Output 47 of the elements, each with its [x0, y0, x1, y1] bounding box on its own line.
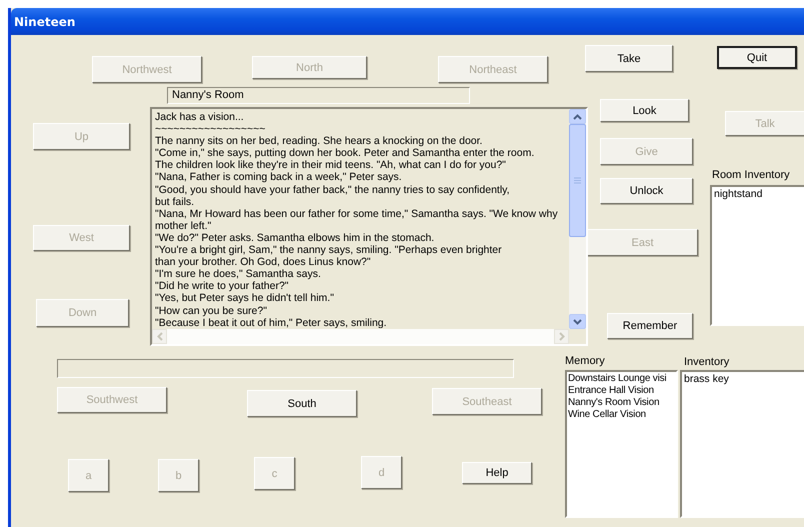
list-item[interactable]: Wine Cellar Vision [568, 409, 675, 421]
scroll-down-icon[interactable] [569, 314, 586, 329]
action-button[interactable]: Look [600, 99, 689, 122]
list-item[interactable]: Nanny's Room Vision [568, 397, 675, 409]
story-line: ~~~~~~~~~~~~~~~~~~ [155, 123, 266, 136]
story-line: "Did he write to your father?" [155, 280, 290, 292]
scroll-up-icon[interactable] [569, 109, 586, 124]
memory-list[interactable]: Downstairs Lounge visi Entrance Hall Vision Nanny's Room Vision Wine Cellar Vision [565, 370, 678, 518]
scroll-left-icon[interactable] [152, 329, 167, 344]
inventory-label: Inventory [684, 356, 730, 368]
room-name-field[interactable]: Nanny's Room [167, 87, 470, 104]
story-line: than your brother. Oh God, does Linus know?" [155, 256, 372, 268]
scroll-thumb[interactable] [569, 124, 586, 237]
action-button[interactable]: Help [462, 462, 532, 484]
story-line: The children look like they're in their mid teens. "Ah, what can I do for you?" [155, 159, 507, 172]
story-line: "Nana, Mr Howard has been our father for some time," Samantha says. "We know why [155, 208, 559, 220]
room-inventory-label: Room Inventory [712, 169, 790, 181]
vertical-scrollbar[interactable] [569, 109, 586, 329]
list-item[interactable]: Entrance Hall Vision [568, 385, 675, 397]
story-line: "Because I beat it out of him," Peter says, smiling. [155, 316, 388, 328]
story-line: "How can you be sure?" [155, 304, 268, 317]
input-field[interactable] [57, 359, 514, 378]
list-item[interactable]: Downstairs Lounge visi [568, 373, 675, 385]
horizontal-scrollbar[interactable] [152, 329, 569, 344]
action-button[interactable]: Take [585, 45, 673, 72]
story-line: "Yes, but Peter says he didn't tell him." [155, 292, 335, 304]
list-item[interactable]: brass key [684, 373, 804, 385]
story-line: "I'm sure he does," Samantha says. [155, 268, 322, 280]
action-button[interactable]: Quit [717, 46, 797, 69]
action-button[interactable]: Remember [607, 313, 693, 339]
story-line: but fails. [155, 196, 196, 208]
list-item[interactable]: nightstand [714, 188, 804, 200]
story-line: "Come in," she says, putting down her book. Peter and Samantha enter the room. [155, 147, 536, 160]
story-line: "We do?" Peter asks. Samantha elbows him in the stomach. [155, 232, 436, 244]
window-title: Nineteen [14, 14, 76, 28]
story-line: "Nana, Father is coming back in a week," Peter says. [155, 171, 403, 184]
story-line: Jack has a vision... [155, 111, 245, 124]
story-line: The nanny sits on her bed, reading. She hears a knocking on the door. [155, 135, 484, 148]
story-text-area[interactable] [150, 107, 588, 346]
direction-button[interactable]: South [247, 390, 357, 417]
memory-label: Memory [565, 355, 605, 367]
story-line: "Good, you should have your father back," the nanny tries to say confidently, [155, 184, 511, 196]
story-line: mother left." [155, 220, 212, 232]
room-inventory-list[interactable]: nightstand [710, 185, 804, 326]
story-line: "You're a bright girl, Sam," the nanny says, smiling. "Perhaps even brighter [155, 244, 503, 256]
inventory-list[interactable]: brass key [680, 370, 804, 518]
action-button[interactable]: Unlock [600, 178, 693, 204]
